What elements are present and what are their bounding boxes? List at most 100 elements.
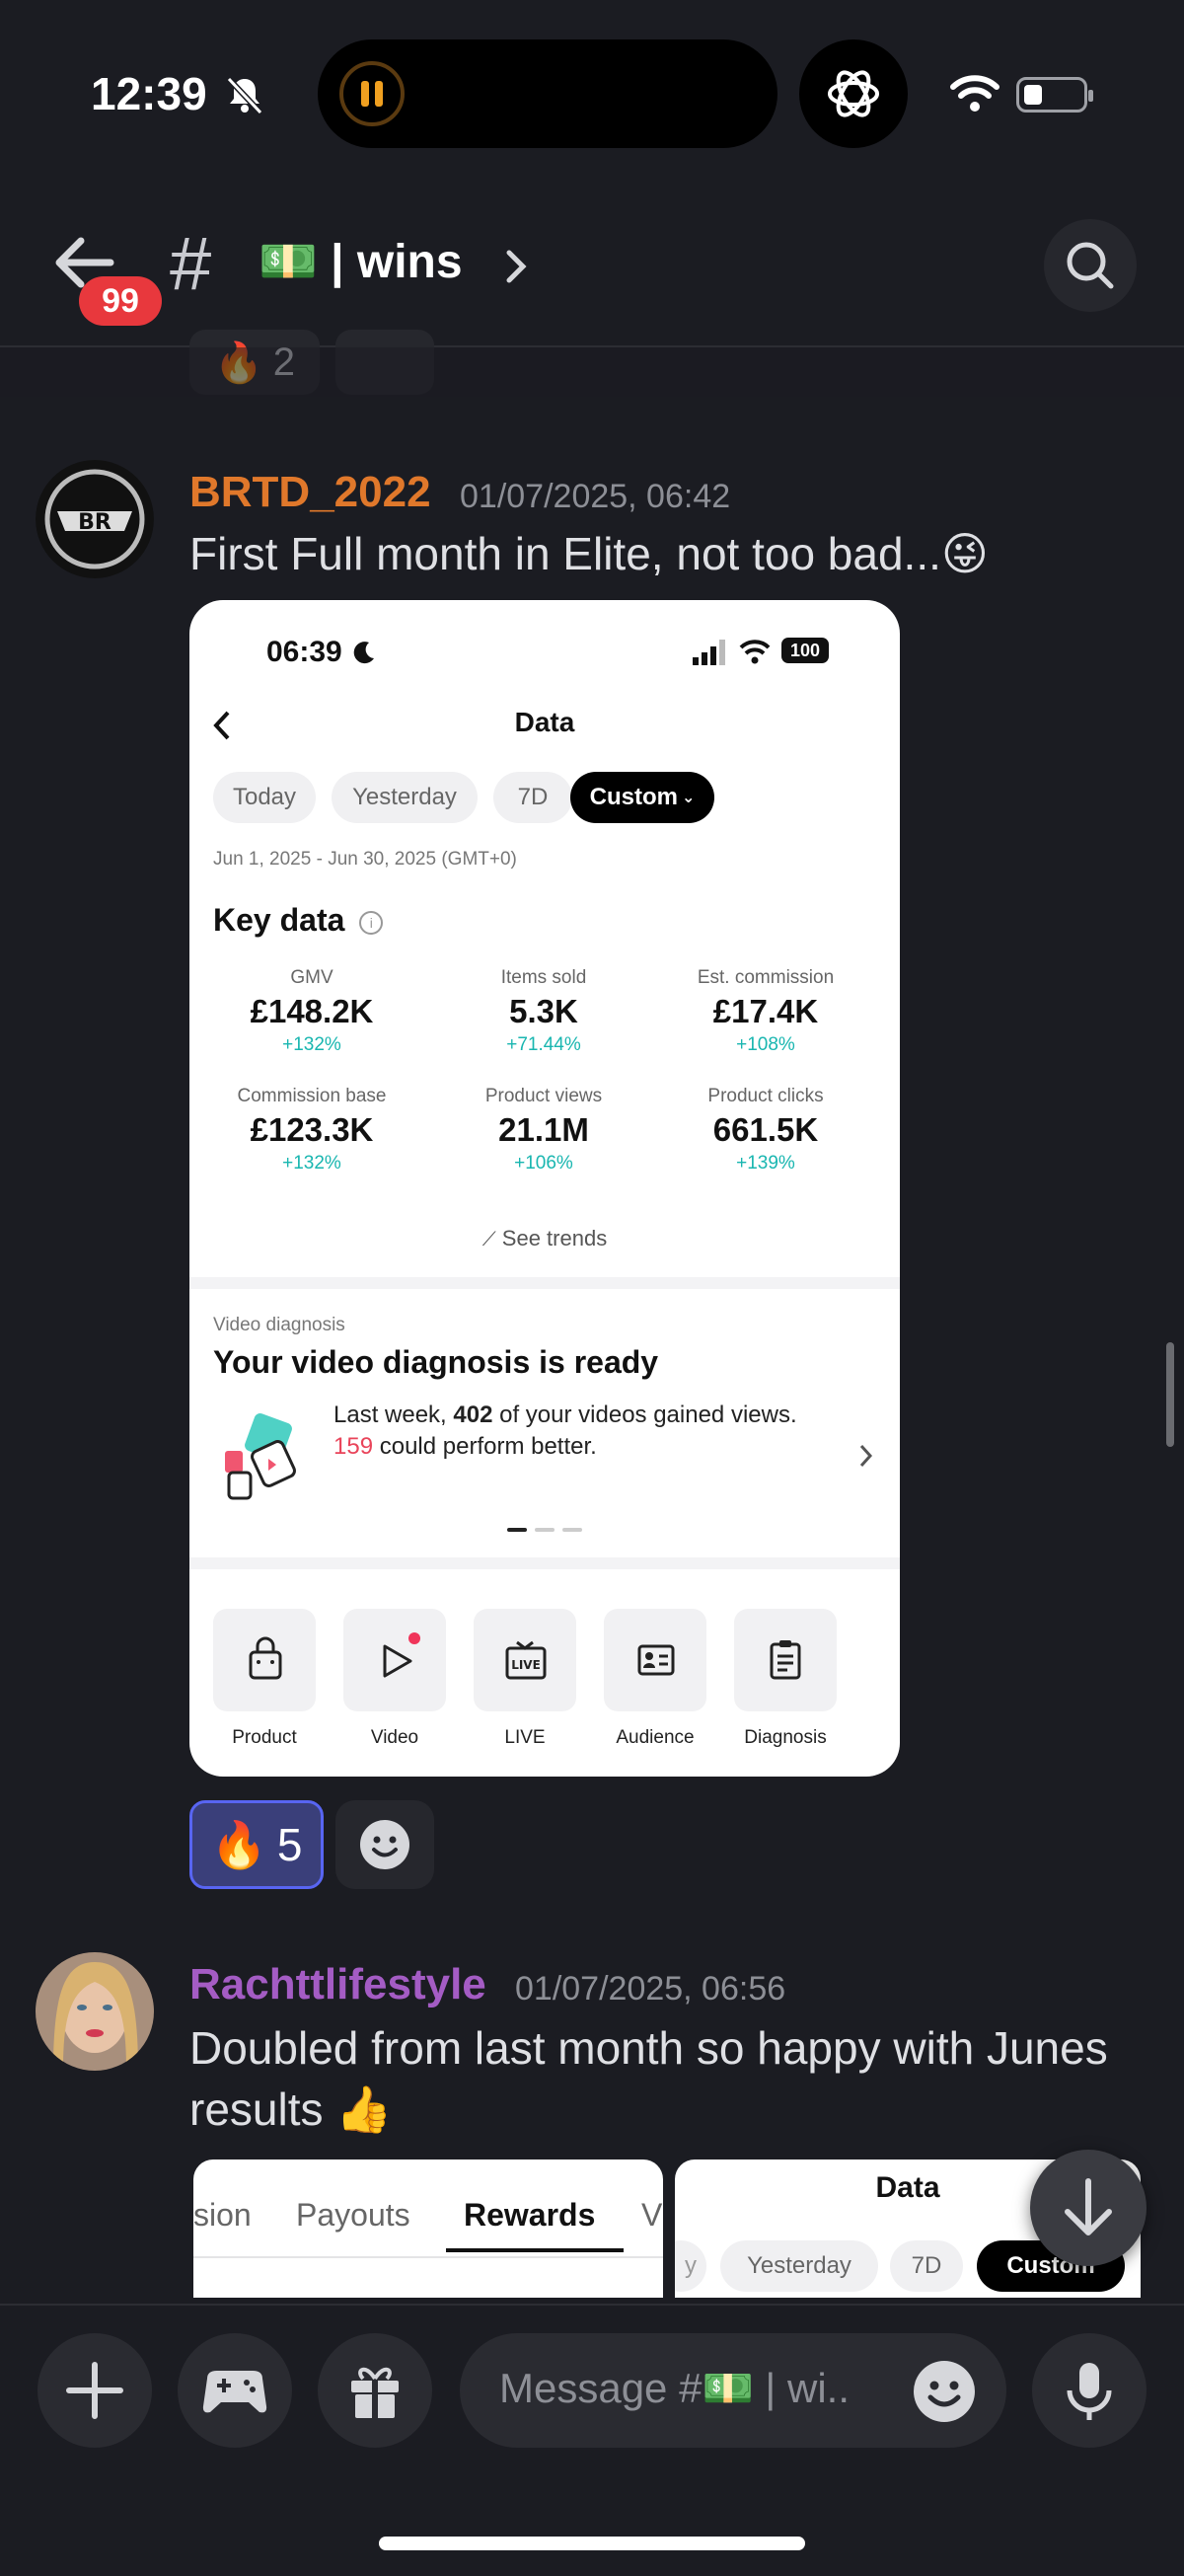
channel-emoji: 💵 [259, 236, 318, 288]
date-range: Jun 1, 2025 - Jun 30, 2025 (GMT+0) [213, 849, 517, 870]
microphone-icon [1067, 2363, 1112, 2420]
filter-7d: 7D [493, 772, 572, 823]
metric-delta: +132% [282, 1034, 341, 1055]
wifi-icon [950, 75, 999, 112]
filter-yesterday: Yesterday [720, 2240, 878, 2292]
message-text: First Full month in Elite, not too bad..… [189, 528, 989, 579]
chevron-right-icon[interactable] [501, 245, 531, 288]
smiley-icon [914, 2361, 975, 2422]
attach-button[interactable] [37, 2333, 152, 2448]
metric-value: £17.4K [712, 993, 819, 1029]
live-icon-text: LIVE [511, 1658, 541, 1672]
play-icon [383, 1632, 420, 1678]
scroll-indicator[interactable] [1166, 1342, 1174, 1447]
channel-hash-icon: # [170, 222, 212, 306]
section-band [189, 1557, 900, 1569]
metric-label: Product views [484, 1086, 603, 1106]
audience-card-icon [637, 1644, 675, 1676]
video-diagnosis-illustration-icon [225, 1413, 296, 1500]
shot-battery: 100 [781, 638, 829, 663]
vd-text-1: Last week, [333, 1402, 454, 1428]
vd-text-2: of your videos gained views. [492, 1402, 797, 1428]
tab-underline [446, 2248, 624, 2252]
username[interactable]: Rachttlifestyle [189, 1960, 486, 2009]
section-band [189, 1277, 900, 1289]
moon-icon [353, 642, 374, 664]
tile-diagnosis [734, 1609, 837, 1711]
metric-value: 21.1M [498, 1111, 589, 1148]
gift-icon [351, 2367, 399, 2418]
tile-live: LIVE [474, 1609, 576, 1711]
metric-value: £148.2K [250, 993, 374, 1029]
gift-button[interactable] [318, 2333, 432, 2448]
chevron-right-icon [859, 1444, 873, 1468]
tile-audience [604, 1609, 706, 1711]
carousel-dot [562, 1528, 582, 1532]
see-trends-label: See trends [501, 1226, 608, 1250]
chevron-down-icon: ⌄ [681, 790, 696, 806]
avatar-brtd[interactable]: BR [36, 460, 154, 578]
video-diagnosis-label: Video diagnosis [213, 1315, 345, 1335]
search-icon [1067, 242, 1114, 289]
shopping-bag-icon [249, 1636, 282, 1680]
shot-time: 06:39 [266, 636, 342, 668]
metric-product-clicks: Product clicks 661.5K +139% [653, 1086, 878, 1174]
video-diagnosis-body: Last week, 402 of your videos gained vie… [333, 1400, 847, 1463]
tile-product [213, 1609, 316, 1711]
battery-icon [1016, 77, 1093, 113]
plus-icon [66, 2362, 123, 2419]
jump-to-bottom-button[interactable] [1030, 2150, 1147, 2266]
message-text-line2: results 👍 [189, 2084, 393, 2135]
key-data-label: Key data [213, 902, 345, 938]
channel-name: | wins [331, 236, 463, 288]
avatar-rachttlifestyle[interactable] [36, 1952, 154, 2071]
metric-items-sold: Items sold 5.3K +71.44% [431, 967, 656, 1056]
metric-label: Items sold [500, 967, 587, 988]
arrow-down-icon [1065, 2178, 1112, 2235]
metric-value: £123.3K [250, 1111, 374, 1148]
filter-7d: 7D [890, 2240, 963, 2292]
unread-badge: 99 [79, 276, 162, 326]
tile-label: LIVE [504, 1727, 546, 1748]
svg-text:BR: BR [78, 510, 111, 535]
filter-today-partial: y [675, 2240, 706, 2292]
gamepad-icon [202, 2371, 267, 2413]
attachment-image[interactable]: 06:39 100 Data Today Yesterday 7D Custom… [189, 600, 900, 1777]
video-diagnosis-title: Your video diagnosis is ready [213, 1344, 659, 1380]
voice-message-button[interactable] [1032, 2333, 1147, 2448]
signal-icon [693, 640, 725, 665]
add-reaction-button[interactable] [335, 1800, 434, 1889]
reaction-fade [0, 347, 1184, 397]
metric-est-commission: Est. commission £17.4K +108% [653, 967, 878, 1056]
metric-value: 661.5K [712, 1111, 819, 1148]
filter-custom-label: Custom [589, 784, 678, 810]
metric-value: 5.3K [509, 993, 578, 1029]
metric-label: Est. commission [697, 967, 835, 988]
metric-commission-base: Commission base £123.3K +132% [199, 1086, 424, 1174]
metric-delta: +71.44% [506, 1034, 581, 1055]
attachment-image-1[interactable]: sion Payouts Rewards V [193, 2159, 663, 2298]
channel-title[interactable]: 💵 | wins [259, 233, 463, 289]
home-indicator[interactable] [379, 2537, 805, 2550]
search-button[interactable] [1044, 219, 1137, 312]
live-tv-icon: LIVE [505, 1640, 547, 1680]
vd-count: 402 [453, 1402, 493, 1428]
chatgpt-icon[interactable] [799, 39, 908, 148]
metric-delta: +106% [514, 1153, 573, 1174]
tile-label: Diagnosis [744, 1727, 827, 1748]
reaction-count: 5 [276, 1819, 303, 1870]
metric-delta: +132% [282, 1153, 341, 1174]
smiley-icon [360, 1820, 409, 1869]
pause-icon[interactable] [339, 61, 405, 126]
filter-custom: Custom ⌄ [570, 772, 714, 823]
shot-wifi-icon [739, 640, 771, 664]
metric-delta: +108% [736, 1034, 795, 1055]
carousel-dot-active [507, 1528, 527, 1532]
username[interactable]: BRTD_2022 [189, 468, 431, 517]
tile-label: Video [370, 1727, 419, 1748]
message-text-line1: Doubled from last month so happy with Ju… [189, 2022, 1108, 2074]
emoji-picker-button[interactable] [912, 2359, 977, 2429]
activities-button[interactable] [178, 2333, 292, 2448]
reaction-emoji: 🔥 [210, 1818, 267, 1870]
reaction-fire[interactable]: 🔥 5 [189, 1800, 324, 1889]
